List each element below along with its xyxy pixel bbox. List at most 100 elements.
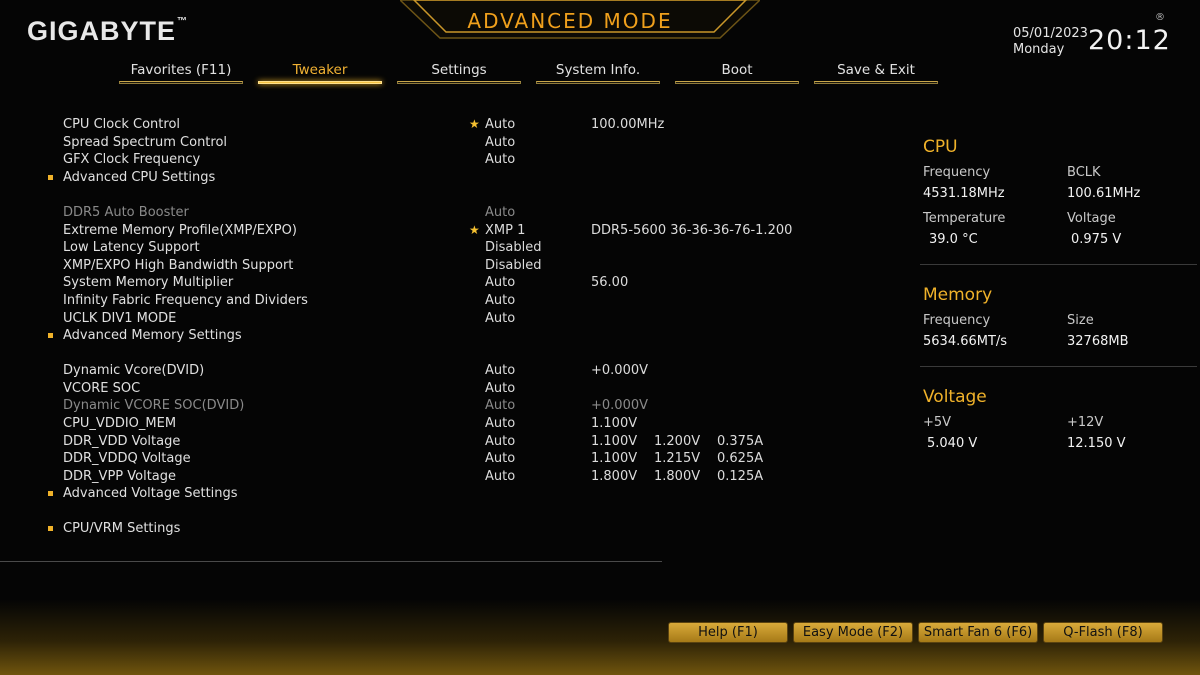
submenu-bullet-icon: [48, 526, 53, 531]
setting-label: Extreme Memory Profile(XMP/EXPO): [63, 223, 297, 238]
setting-row[interactable]: DDR5 Auto Booster Auto: [0, 204, 800, 222]
setting-row[interactable]: DDR_VDDQ Voltage Auto 1.100V 1.215V 0.625A: [0, 450, 800, 468]
plus12v-value: 12.150 V: [1067, 436, 1126, 451]
clock: 20:12: [1088, 25, 1171, 56]
setting-row[interactable]: VCORE SOC Auto: [0, 380, 800, 398]
setting-reading: 1.100V: [591, 434, 638, 449]
setting-value: Auto: [485, 363, 516, 378]
setting-reading: 1.215V: [654, 451, 701, 466]
setting-row[interactable]: Infinity Fabric Frequency and Dividers Au…: [0, 292, 800, 310]
setting-label: GFX Clock Frequency: [63, 152, 201, 167]
setting-value: Disabled: [485, 240, 542, 255]
setting-row[interactable]: Spread Spectrum Control Auto: [0, 134, 800, 152]
memory-section-title: Memory: [923, 285, 993, 305]
setting-row[interactable]: Advanced Memory Settings: [0, 327, 800, 345]
setting-reading: 1.800V: [654, 469, 701, 484]
setting-row[interactable]: Dynamic Vcore(DVID) Auto +0.000V: [0, 362, 800, 380]
setting-row[interactable]: Low Latency Support Disabled: [0, 239, 800, 257]
setting-value: Auto: [485, 275, 516, 290]
setting-label: Infinity Fabric Frequency and Dividers: [63, 293, 308, 308]
gigabyte-logo: GIGABYTE™: [27, 16, 188, 47]
tab-tweaker[interactable]: Tweaker: [258, 60, 382, 84]
cpu-frequency-label: Frequency: [923, 165, 991, 180]
setting-label: DDR_VDDQ Voltage: [63, 451, 191, 466]
q-flash-button[interactable]: Q-Flash (F8): [1043, 622, 1163, 643]
help-button[interactable]: Help (F1): [668, 622, 788, 643]
mode-title: ADVANCED MODE: [467, 9, 673, 33]
setting-reading: 0.375A: [717, 434, 764, 449]
setting-value: XMP 1: [485, 223, 526, 238]
memory-size-label: Size: [1067, 313, 1094, 328]
setting-label: CPU/VRM Settings: [63, 521, 181, 536]
easy-mode-button[interactable]: Easy Mode (F2): [793, 622, 913, 643]
setting-label: DDR_VDD Voltage: [63, 434, 181, 449]
setting-reading: 100.00MHz: [591, 117, 665, 132]
registered-icon: ®: [1155, 12, 1165, 23]
info-separator: [920, 366, 1197, 367]
cpu-voltage-value: 0.975 V: [1071, 232, 1122, 247]
setting-reading: +0.000V: [591, 398, 649, 413]
setting-row[interactable]: DDR_VPP Voltage Auto 1.800V 1.800V 0.125A: [0, 468, 800, 486]
memory-frequency-label: Frequency: [923, 313, 991, 328]
setting-value: Auto: [485, 416, 516, 431]
setting-value: Auto: [485, 398, 516, 413]
setting-reading: 1.100V: [591, 451, 638, 466]
smart-fan-button[interactable]: Smart Fan 6 (F6): [918, 622, 1038, 643]
setting-value: Auto: [485, 152, 516, 167]
setting-row[interactable]: UCLK DIV1 MODE Auto: [0, 310, 800, 328]
setting-label: DDR_VPP Voltage: [63, 469, 177, 484]
setting-row[interactable]: CPU/VRM Settings: [0, 520, 800, 538]
setting-reading: 0.625A: [717, 451, 764, 466]
setting-row[interactable]: Extreme Memory Profile(XMP/EXPO) ★ XMP 1 DD…: [0, 222, 800, 240]
setting-value: Auto: [485, 381, 516, 396]
setting-row[interactable]: GFX Clock Frequency Auto: [0, 151, 800, 169]
setting-row[interactable]: CPU_VDDIO_MEM Auto 1.100V: [0, 415, 800, 433]
setting-value: Auto: [485, 469, 516, 484]
logo-text: GIGABYTE: [27, 16, 177, 46]
setting-value: Auto: [485, 135, 516, 150]
setting-label: DDR5 Auto Booster: [63, 205, 189, 220]
setting-label: XMP/EXPO High Bandwidth Support: [63, 258, 294, 273]
cpu-temperature-label: Temperature: [923, 211, 1006, 226]
cpu-temperature-value: 39.0 °C: [929, 232, 978, 247]
tab-system-info[interactable]: System Info.: [536, 60, 660, 84]
setting-reading: +0.000V: [591, 363, 649, 378]
divider: [0, 561, 662, 562]
setting-row[interactable]: Advanced CPU Settings: [0, 169, 800, 187]
cpu-frequency-value: 4531.18MHz: [923, 186, 1005, 201]
submenu-bullet-icon: [48, 333, 53, 338]
star-icon: ★: [469, 117, 480, 131]
info-separator: [920, 264, 1197, 265]
tab-settings[interactable]: Settings: [397, 60, 521, 84]
setting-reading: 1.100V: [591, 416, 638, 431]
setting-label: Low Latency Support: [63, 240, 200, 255]
tab-save-exit[interactable]: Save & Exit: [814, 60, 938, 84]
plus5v-value: 5.040 V: [927, 436, 978, 451]
date-text: 05/01/2023: [1013, 26, 1088, 41]
tab-boot[interactable]: Boot: [675, 60, 799, 84]
setting-label: Spread Spectrum Control: [63, 135, 228, 150]
submenu-bullet-icon: [48, 175, 53, 180]
setting-label: Dynamic VCORE SOC(DVID): [63, 398, 245, 413]
bclk-value: 100.61MHz: [1067, 186, 1141, 201]
setting-label: CPU Clock Control: [63, 117, 181, 132]
setting-row[interactable]: DDR_VDD Voltage Auto 1.100V 1.200V 0.375A: [0, 433, 800, 451]
weekday-text: Monday: [1013, 42, 1065, 57]
submenu-bullet-icon: [48, 491, 53, 496]
tab-favorites[interactable]: Favorites (F11): [119, 60, 243, 84]
setting-label: Dynamic Vcore(DVID): [63, 363, 205, 378]
setting-row[interactable]: XMP/EXPO High Bandwidth Support Disabled: [0, 257, 800, 275]
bclk-label: BCLK: [1067, 165, 1101, 180]
plus5v-label: +5V: [923, 415, 952, 430]
memory-size-value: 32768MB: [1067, 334, 1129, 349]
setting-value: Auto: [485, 451, 516, 466]
setting-row[interactable]: System Memory Multiplier Auto 56.00: [0, 274, 800, 292]
setting-label: Advanced Voltage Settings: [63, 486, 238, 501]
setting-row[interactable]: CPU Clock Control ★ Auto 100.00MHz: [0, 116, 800, 134]
setting-reading: DDR5-5600 36-36-36-76-1.200: [591, 223, 793, 238]
setting-value: Auto: [485, 205, 516, 220]
star-icon: ★: [469, 223, 480, 237]
setting-row[interactable]: Advanced Voltage Settings: [0, 485, 800, 503]
setting-row[interactable]: Dynamic VCORE SOC(DVID) Auto +0.000V: [0, 397, 800, 415]
setting-label: UCLK DIV1 MODE: [63, 311, 177, 326]
